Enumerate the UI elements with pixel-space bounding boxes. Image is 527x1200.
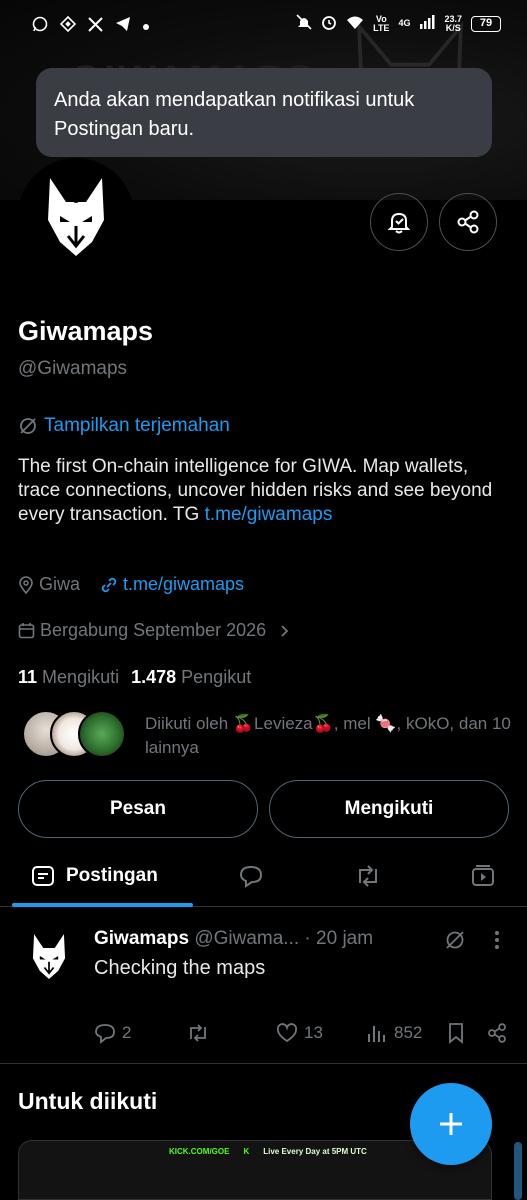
divider xyxy=(0,1063,527,1064)
grok-icon[interactable] xyxy=(444,929,466,956)
tab-replies[interactable] xyxy=(238,845,264,907)
share-icon xyxy=(457,210,479,234)
mute-icon xyxy=(296,14,312,33)
profile-location: Giwa xyxy=(39,574,81,594)
network-speed: 23.7 K/S xyxy=(444,13,462,33)
post-time: · 20 jam xyxy=(304,928,374,949)
alarm-icon xyxy=(321,14,337,33)
analytics-icon xyxy=(368,1026,385,1042)
avatar xyxy=(78,710,126,758)
calendar-icon xyxy=(18,623,35,639)
bio-telegram-link[interactable]: t.me/giwamaps xyxy=(205,504,333,525)
active-tab-indicator xyxy=(12,903,193,907)
follow-stats: 11 Mengikuti 1.478 Pengikut xyxy=(18,667,251,688)
signal-icon xyxy=(419,15,435,32)
share-button[interactable] xyxy=(439,193,497,251)
telegram-icon xyxy=(115,16,131,35)
notification-toast: Anda akan mendapatkan notifikasi untuk P… xyxy=(36,68,492,157)
like-button[interactable]: 13 xyxy=(276,1022,323,1044)
joined-date[interactable]: Bergabung September 2026 xyxy=(18,620,291,641)
reply-icon xyxy=(95,1024,115,1044)
views-button[interactable]: 852 xyxy=(366,1022,422,1044)
dot-icon xyxy=(143,18,149,33)
following-stat[interactable]: 11 Mengikuti xyxy=(18,667,119,688)
profile-tabs: Postingan xyxy=(0,845,527,907)
followers-you-know-avatars[interactable] xyxy=(22,710,132,760)
share-icon xyxy=(488,1023,506,1043)
compose-post-button[interactable] xyxy=(410,1083,492,1165)
profile-handle: @Giwamaps xyxy=(18,358,128,379)
website-link[interactable]: t.me/giwamaps xyxy=(100,574,244,595)
post-author-handle: @Giwama... xyxy=(194,928,300,949)
tab-media[interactable] xyxy=(470,845,496,907)
posts-icon xyxy=(32,866,54,886)
message-button[interactable]: Pesan xyxy=(18,780,258,838)
x-logo-icon xyxy=(88,16,103,35)
profile-name: Giwamaps xyxy=(18,316,154,346)
tab-posts[interactable]: Postingan xyxy=(30,845,158,907)
translate-link[interactable]: Tampilkan terjemahan xyxy=(18,415,230,437)
post-header: Giwamaps @Giwama... · 20 jam xyxy=(94,928,373,950)
followed-by-text[interactable]: Diikuti oleh 🍒Levieza🍒, mel 🍬, kOkO, dan… xyxy=(145,712,515,760)
location-icon xyxy=(19,575,33,594)
bookmark-button[interactable] xyxy=(446,1022,466,1044)
more-options-icon[interactable] xyxy=(492,929,502,956)
profile-avatar[interactable] xyxy=(18,158,134,274)
post-author-avatar[interactable] xyxy=(18,925,80,987)
post-author-name[interactable]: Giwamaps xyxy=(94,928,189,949)
who-to-follow-title: Untuk diikuti xyxy=(18,1088,158,1114)
profile-meta: Giwa t.me/giwamaps xyxy=(18,574,244,595)
profile-bio: The first On-chain intelligence for GIWA… xyxy=(18,456,493,525)
scrollbar[interactable] xyxy=(514,1142,522,1200)
card-banner-text: KICK.COM/GOE K Live Every Day at 5PM UTC xyxy=(169,1147,367,1156)
heart-icon xyxy=(276,1023,298,1043)
chevron-right-icon xyxy=(281,624,289,637)
bookmark-icon xyxy=(449,1023,463,1044)
translate-icon xyxy=(20,418,36,434)
reply-button[interactable]: 2 xyxy=(94,1022,131,1044)
link-icon xyxy=(101,577,117,592)
lynx-logo-icon xyxy=(32,934,66,979)
post-share-button[interactable] xyxy=(486,1022,508,1044)
wifi-icon xyxy=(346,15,364,32)
lynx-logo-icon xyxy=(48,178,104,256)
reply-icon xyxy=(239,865,263,888)
following-button[interactable]: Mengikuti xyxy=(269,780,509,838)
repost-icon xyxy=(359,865,377,887)
plus-icon xyxy=(440,1113,462,1135)
network-4g-indicator: 4G xyxy=(398,18,411,28)
followers-stat[interactable]: 1.478 Pengikut xyxy=(131,667,251,688)
binance-icon xyxy=(59,15,77,35)
repost-button[interactable] xyxy=(186,1022,210,1044)
tab-reposts[interactable] xyxy=(354,845,382,907)
volte-indicator: Vo LTE xyxy=(373,13,390,33)
video-icon xyxy=(472,865,494,886)
repost-icon xyxy=(190,1024,206,1042)
battery-indicator: 79 xyxy=(471,15,501,32)
bell-check-icon xyxy=(387,212,411,234)
post-actions: 2 13 852 xyxy=(94,1022,514,1052)
whatsapp-icon xyxy=(32,16,48,35)
notification-bell-button[interactable] xyxy=(370,193,428,251)
status-bar: Vo LTE 4G 23.7 K/S 79 xyxy=(0,0,527,52)
post-text: Checking the maps xyxy=(94,957,266,979)
